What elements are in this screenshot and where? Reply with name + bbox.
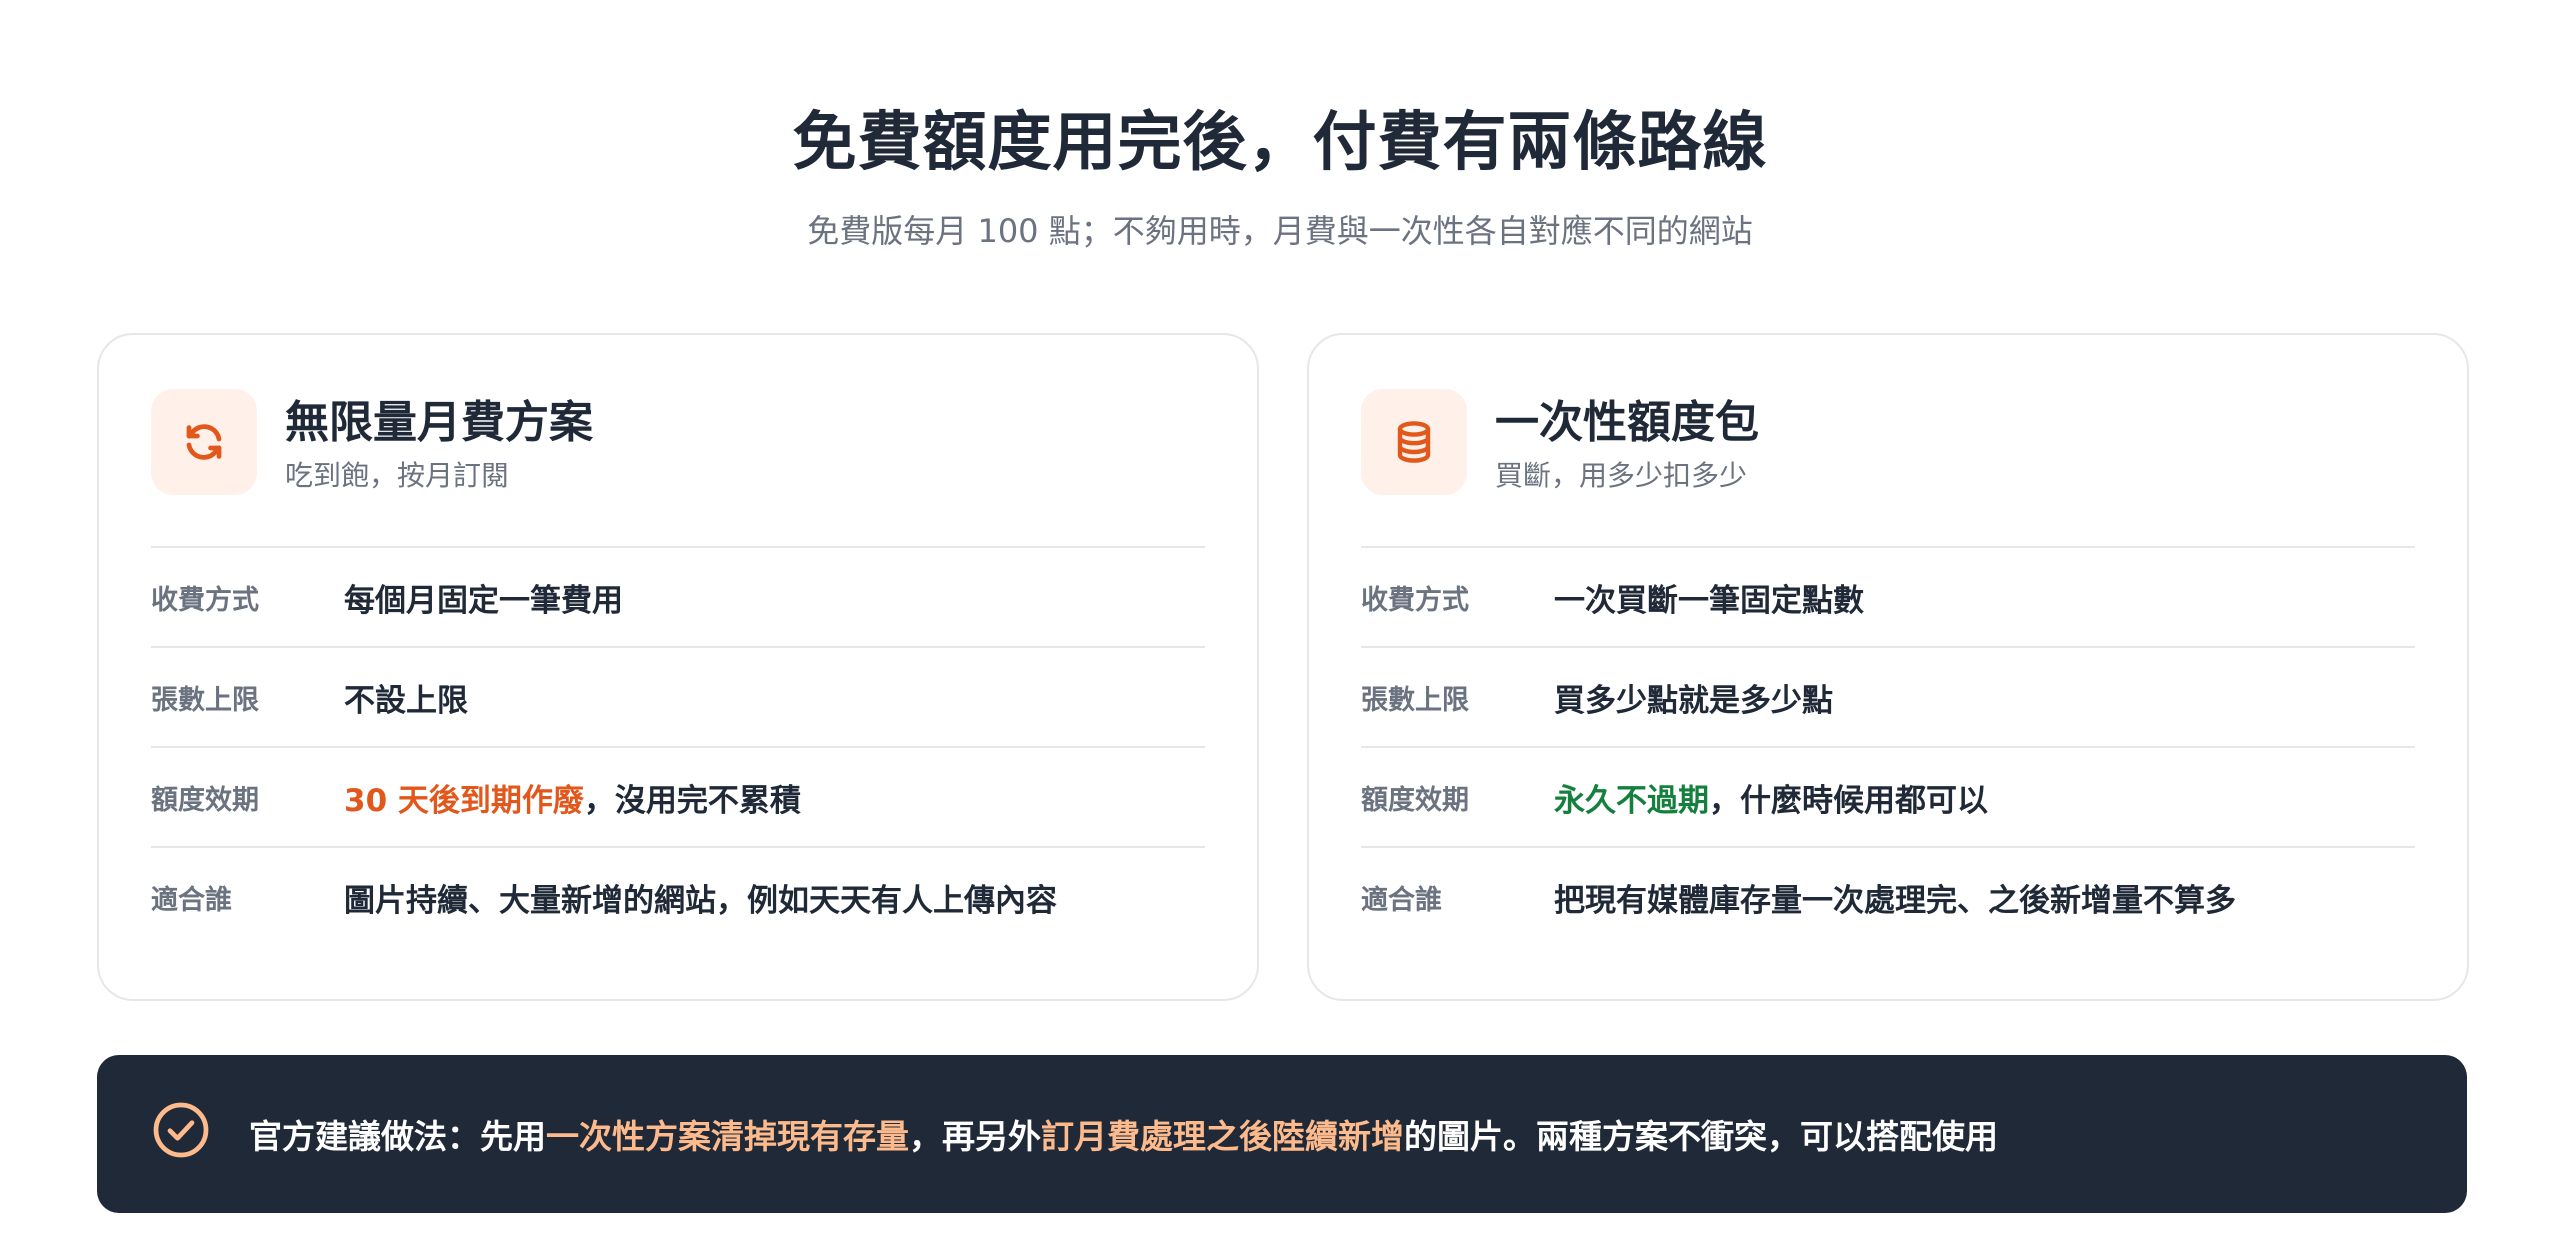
recommendation-suffix: 的圖片。兩種方案不衝突，可以搭配使用 — [1404, 1117, 1998, 1156]
detail-row-validity: 額度效期 永久不過期 ，什麼時候用都可以 — [1361, 746, 2415, 846]
detail-row-audience: 適合誰 把現有媒體庫存量一次處理完、之後新增量不算多 — [1361, 846, 2415, 946]
detail-label: 收費方式 — [151, 584, 259, 616]
plan-title: 無限量月費方案 — [285, 397, 593, 448]
detail-value: 每個月固定一筆費用 — [344, 582, 623, 619]
detail-label: 額度效期 — [151, 784, 259, 816]
plan-card-monthly: 無限量月費方案 吃到飽，按月訂閱 收費方式 每個月固定一筆費用 張數上限 不設上… — [97, 333, 1259, 1001]
detail-label: 張數上限 — [1361, 684, 1469, 716]
plan-details: 收費方式 一次買斷一筆固定點數 張數上限 買多少點就是多少點 額度效期 永久不過… — [1361, 546, 2415, 946]
detail-row-billing: 收費方式 一次買斷一筆固定點數 — [1361, 546, 2415, 646]
detail-row-limit: 張數上限 不設上限 — [151, 646, 1205, 746]
page-title: 免費額度用完後，付費有兩條路線 — [792, 106, 1768, 180]
recommendation-highlight-monthly: 訂月費處理之後陸續新增 — [1041, 1117, 1404, 1156]
recommendation-banner: 官方建議做法：先用 一次性方案清掉現有存量 ，再另外 訂月費處理之後陸續新增 的圖片。兩… — [97, 1055, 2467, 1213]
plan-card-header: 一次性額度包 買斷，用多少扣多少 — [1361, 389, 2415, 495]
plan-subtitle: 吃到飽，按月訂閱 — [285, 459, 510, 492]
detail-value: 永久不過期 ，什麼時候用都可以 — [1554, 748, 1988, 846]
refresh-icon — [151, 389, 257, 495]
detail-value: 把現有媒體庫存量一次處理完、之後新增量不算多 — [1554, 882, 2236, 919]
validity-rest: ，沒用完不累積 — [583, 782, 801, 819]
detail-row-validity: 額度效期 30 天後到期作廢 ，沒用完不累積 — [151, 746, 1205, 846]
validity-highlight: 永久不過期 — [1554, 782, 1709, 819]
page-subtitle: 免費版每月 100 點；不夠用時，月費與一次性各自對應不同的網站 — [807, 212, 1753, 250]
detail-label: 收費方式 — [1361, 584, 1469, 616]
page: 免費額度用完後，付費有兩條路線 免費版每月 100 點；不夠用時，月費與一次性各… — [0, 0, 2560, 1234]
recommendation-middle: ，再另外 — [909, 1117, 1041, 1156]
detail-label: 適合誰 — [1361, 884, 1442, 916]
detail-value: 買多少點就是多少點 — [1554, 682, 1833, 719]
detail-value: 一次買斷一筆固定點數 — [1554, 582, 1864, 619]
validity-highlight: 30 天後到期作廢 — [344, 782, 584, 819]
detail-label: 額度效期 — [1361, 784, 1469, 816]
detail-row-audience: 適合誰 圖片持續、大量新增的網站，例如天天有人上傳內容 — [151, 846, 1205, 946]
coins-stack-icon — [1361, 389, 1467, 495]
plan-subtitle: 買斷，用多少扣多少 — [1495, 459, 1748, 492]
check-circle-icon — [153, 1102, 209, 1158]
recommendation-highlight-one-time: 一次性方案清掉現有存量 — [546, 1117, 909, 1156]
detail-value: 不設上限 — [344, 682, 468, 719]
detail-label: 張數上限 — [151, 684, 259, 716]
detail-value: 圖片持續、大量新增的網站，例如天天有人上傳內容 — [344, 882, 1057, 919]
detail-row-billing: 收費方式 每個月固定一筆費用 — [151, 546, 1205, 646]
recommendation-prefix: 官方建議做法：先用 — [249, 1117, 546, 1156]
plan-card-header: 無限量月費方案 吃到飽，按月訂閱 — [151, 389, 1205, 495]
validity-rest: ，什麼時候用都可以 — [1709, 782, 1988, 819]
detail-value: 30 天後到期作廢 ，沒用完不累積 — [344, 748, 801, 846]
plan-card-one-time: 一次性額度包 買斷，用多少扣多少 收費方式 一次買斷一筆固定點數 張數上限 買多… — [1307, 333, 2469, 1001]
plan-details: 收費方式 每個月固定一筆費用 張數上限 不設上限 額度效期 30 天後到期作廢，… — [151, 546, 1205, 946]
recommendation-text: 官方建議做法：先用 一次性方案清掉現有存量 ，再另外 訂月費處理之後陸續新增 的圖片。兩… — [249, 1055, 1998, 1213]
plan-title: 一次性額度包 — [1495, 397, 1759, 448]
detail-row-limit: 張數上限 買多少點就是多少點 — [1361, 646, 2415, 746]
detail-label: 適合誰 — [151, 884, 232, 916]
